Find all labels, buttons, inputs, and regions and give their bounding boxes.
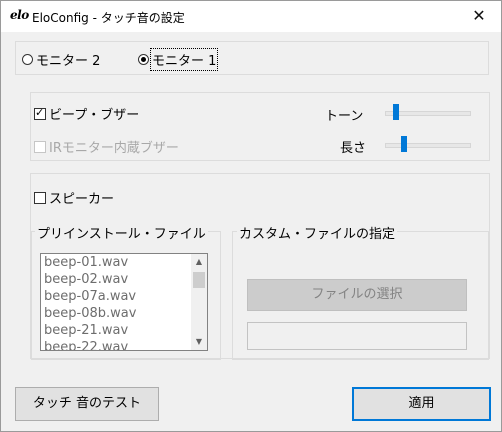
radio-monitor-2[interactable]: モニター 2 [22,50,100,69]
slider-track [385,143,471,148]
select-file-button[interactable]: ファイルの選択 [247,279,467,311]
touch-sound-test-button[interactable]: タッチ 音のテスト [15,387,159,421]
list-item[interactable]: beep-07a.wav [44,288,207,305]
length-label: 長さ [340,141,367,156]
list-item[interactable]: beep-22.wav [44,339,207,350]
list-scrollbar[interactable]: ▲ ▼ [191,254,207,350]
list-item[interactable]: beep-01.wav [44,254,207,271]
window-title: EloConfig - タッチ音の設定 [32,11,185,25]
ir-buzzer-checkbox[interactable]: IRモニター内蔵ブザー [34,137,179,156]
apply-button[interactable]: 適用 [352,387,491,421]
custom-file-title: カスタム・ファイルの指定 [237,223,398,242]
radio-monitor-1-label: モニター 1 [149,48,219,71]
selected-file-field[interactable] [247,322,467,350]
slider-thumb[interactable] [401,136,407,152]
title-bar[interactable]: elo EloConfig - タッチ音の設定 ✕ [1,1,501,32]
elo-logo: elo [10,8,29,22]
dialog-window: elo EloConfig - タッチ音の設定 ✕ モニター 2 モニター 1 … [0,0,502,432]
file-items: beep-01.wav beep-02.wav beep-07a.wav beep-0… [41,254,207,350]
ir-buzzer-label: IRモニター内蔵ブザー [49,141,179,156]
radio-monitor-1[interactable]: モニター 1 [138,48,219,71]
checkbox-checked-icon [34,106,46,120]
scroll-down-icon[interactable]: ▼ [191,334,207,350]
checkbox-icon [34,140,46,153]
preinstalled-title: プリインストール・ファイル [35,223,208,242]
tone-slider[interactable] [385,102,471,122]
buzzer-label: ビープ・ブザー [49,108,140,123]
list-item[interactable]: beep-02.wav [44,271,207,288]
buzzer-checkbox[interactable]: ビープ・ブザー [34,104,139,123]
scroll-thumb[interactable] [193,272,205,288]
checkbox-icon [34,191,46,204]
wav-file-list[interactable]: beep-01.wav beep-02.wav beep-07a.wav beep-0… [40,253,208,351]
slider-thumb[interactable] [393,104,399,120]
list-item[interactable]: beep-21.wav [44,322,207,339]
list-item[interactable]: beep-08b.wav [44,305,207,322]
radio-circle-icon [22,54,33,65]
close-icon: ✕ [472,6,486,25]
close-button[interactable]: ✕ [457,1,501,32]
speaker-checkbox[interactable]: スピーカー [34,188,114,207]
length-slider[interactable] [385,134,471,154]
radio-selected-icon [138,54,149,65]
scroll-up-icon[interactable]: ▲ [191,254,207,270]
speaker-label: スピーカー [49,192,115,207]
radio-monitor-2-label: モニター 2 [36,54,101,69]
tone-label: トーン [325,109,364,124]
